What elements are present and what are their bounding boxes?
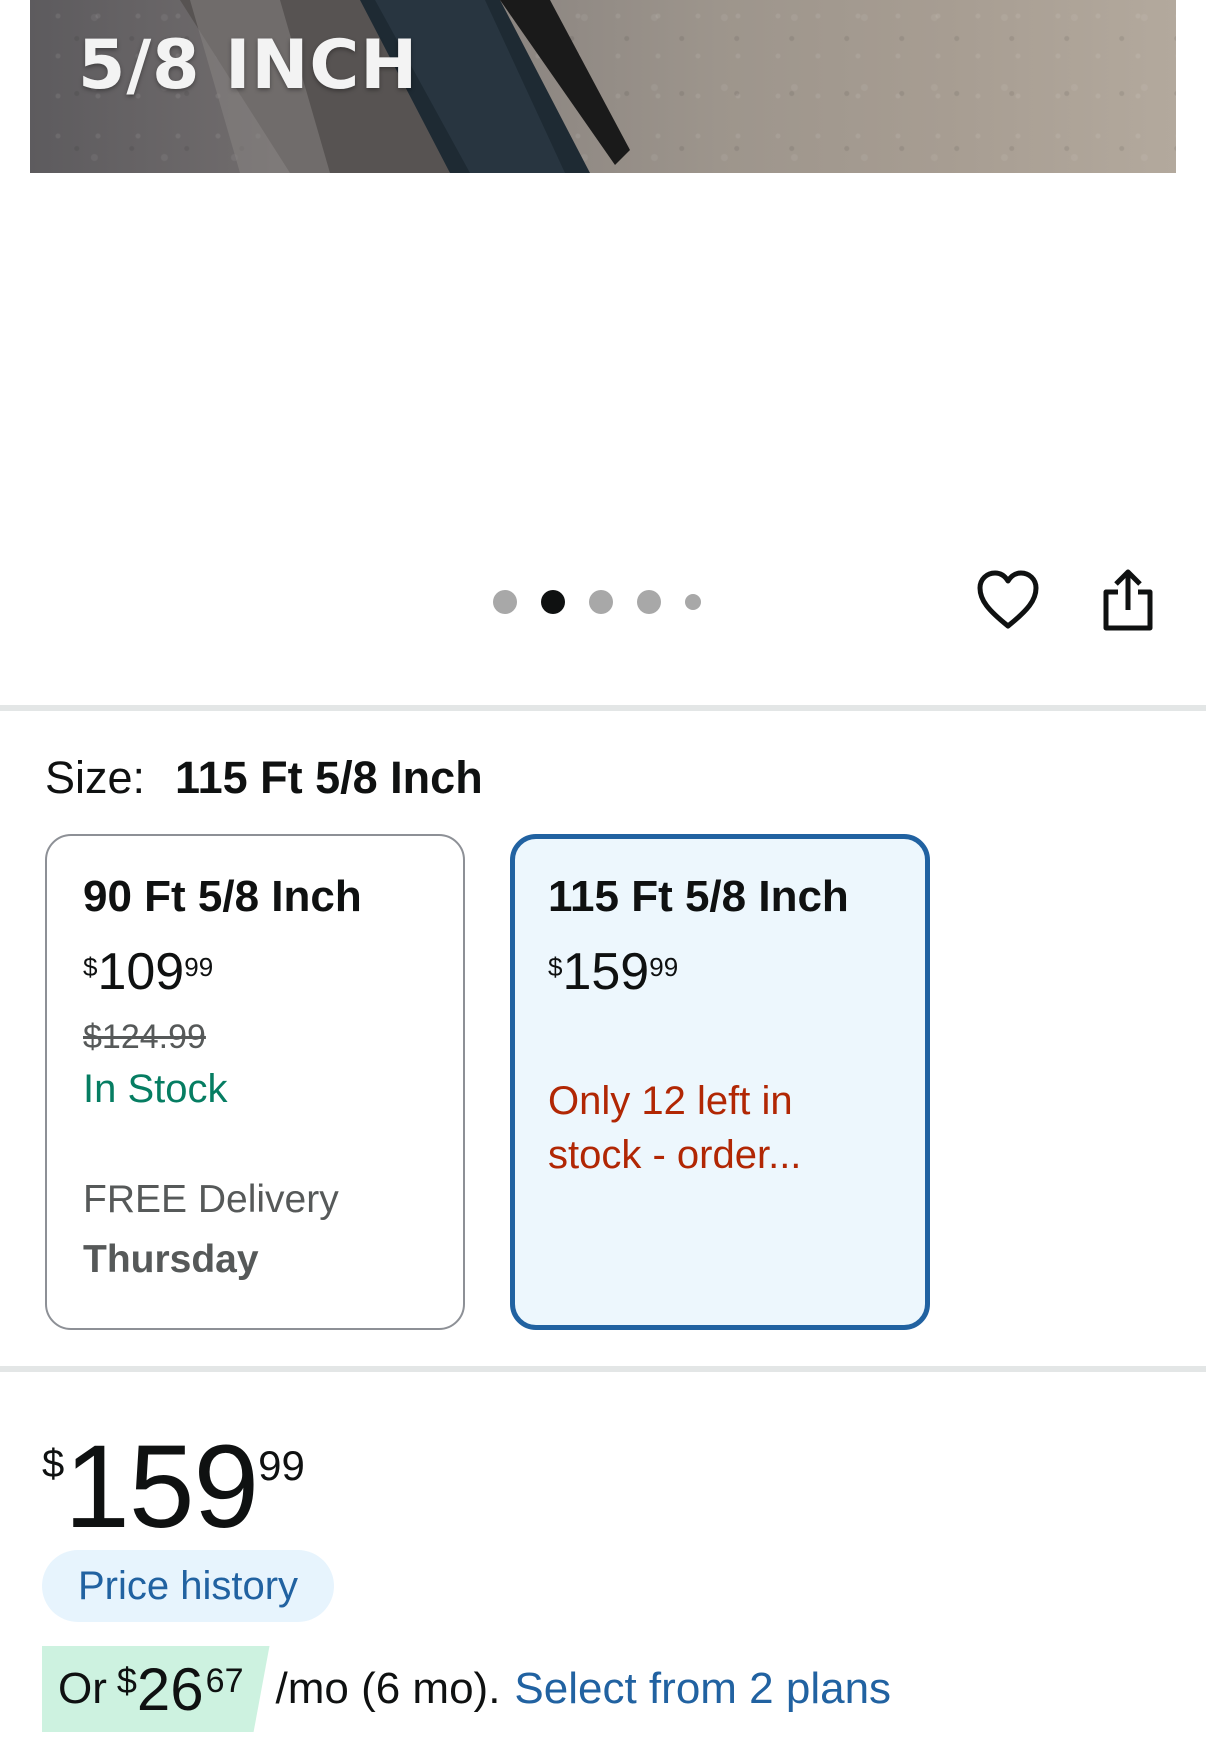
monthly-term: /mo (6 mo). [275, 1664, 501, 1713]
main-price: $ 159 99 [42, 1428, 305, 1546]
product-image[interactable]: 5/8 INCH [30, 0, 1176, 173]
size-label: Size: [45, 752, 146, 803]
size-selector-label: Size: 115 Ft 5/8 Inch [45, 752, 483, 804]
heart-icon [977, 570, 1039, 629]
share-button[interactable] [1092, 564, 1164, 636]
monthly-prefix: Or [58, 1664, 107, 1713]
delivery-label: FREE Delivery [83, 1178, 339, 1221]
price-history-button[interactable]: Price history [42, 1550, 335, 1622]
monthly-price-fraction: 67 [205, 1662, 244, 1700]
select-plans-link[interactable]: Select from 2 plans [514, 1664, 891, 1714]
price-symbol: $ [548, 952, 563, 982]
price-symbol: $ [83, 952, 98, 982]
size-option-90ft[interactable]: 90 Ft 5/8 Inch $ 109 99 $124.99 In Stock… [45, 834, 465, 1330]
monthly-price-symbol: $ [116, 1660, 137, 1701]
delivery-info: FREE Delivery Thursday [83, 1170, 427, 1290]
carousel-dot[interactable] [493, 590, 517, 614]
carousel-dot[interactable] [589, 590, 613, 614]
monthly-price-whole: 26 [136, 1655, 204, 1723]
section-divider [0, 705, 1206, 711]
availability-status: In Stock [83, 1067, 228, 1111]
favorite-button[interactable] [972, 564, 1044, 636]
carousel-indicator[interactable] [493, 589, 701, 615]
price-whole: 159 [64, 1421, 259, 1553]
share-icon [1103, 569, 1153, 631]
section-divider [0, 1366, 1206, 1372]
list-price: $124.99 [83, 1018, 206, 1056]
size-option-price: $ 109 99 [83, 944, 427, 1004]
price-whole: 159 [562, 943, 650, 1001]
delivery-day: Thursday [83, 1238, 259, 1281]
low-stock-warning: Only 12 left in stock - order... [548, 1079, 802, 1177]
image-overlay-text: 5/8 INCH [78, 26, 419, 105]
size-selected-value: 115 Ft 5/8 Inch [175, 752, 483, 803]
carousel-dot-active[interactable] [541, 590, 565, 614]
monthly-price-highlight: Or $ 26 67 [42, 1646, 270, 1732]
price-fraction: 99 [649, 952, 679, 982]
price-fraction: 99 [184, 952, 214, 982]
carousel-dot[interactable] [685, 594, 701, 610]
size-option-title: 90 Ft 5/8 Inch [83, 872, 362, 921]
size-option-price: $ 159 99 [548, 944, 892, 1004]
price-whole: 109 [97, 943, 185, 1001]
price-symbol: $ [42, 1442, 65, 1486]
size-option-115ft[interactable]: 115 Ft 5/8 Inch $ 159 99 Only 12 left in… [510, 834, 930, 1330]
carousel-dot[interactable] [637, 590, 661, 614]
monthly-payment-offer: Or $ 26 67 /mo (6 mo). Select from 2 pla… [42, 1646, 891, 1732]
size-option-title: 115 Ft 5/8 Inch [548, 872, 849, 921]
price-fraction: 99 [258, 1442, 305, 1489]
